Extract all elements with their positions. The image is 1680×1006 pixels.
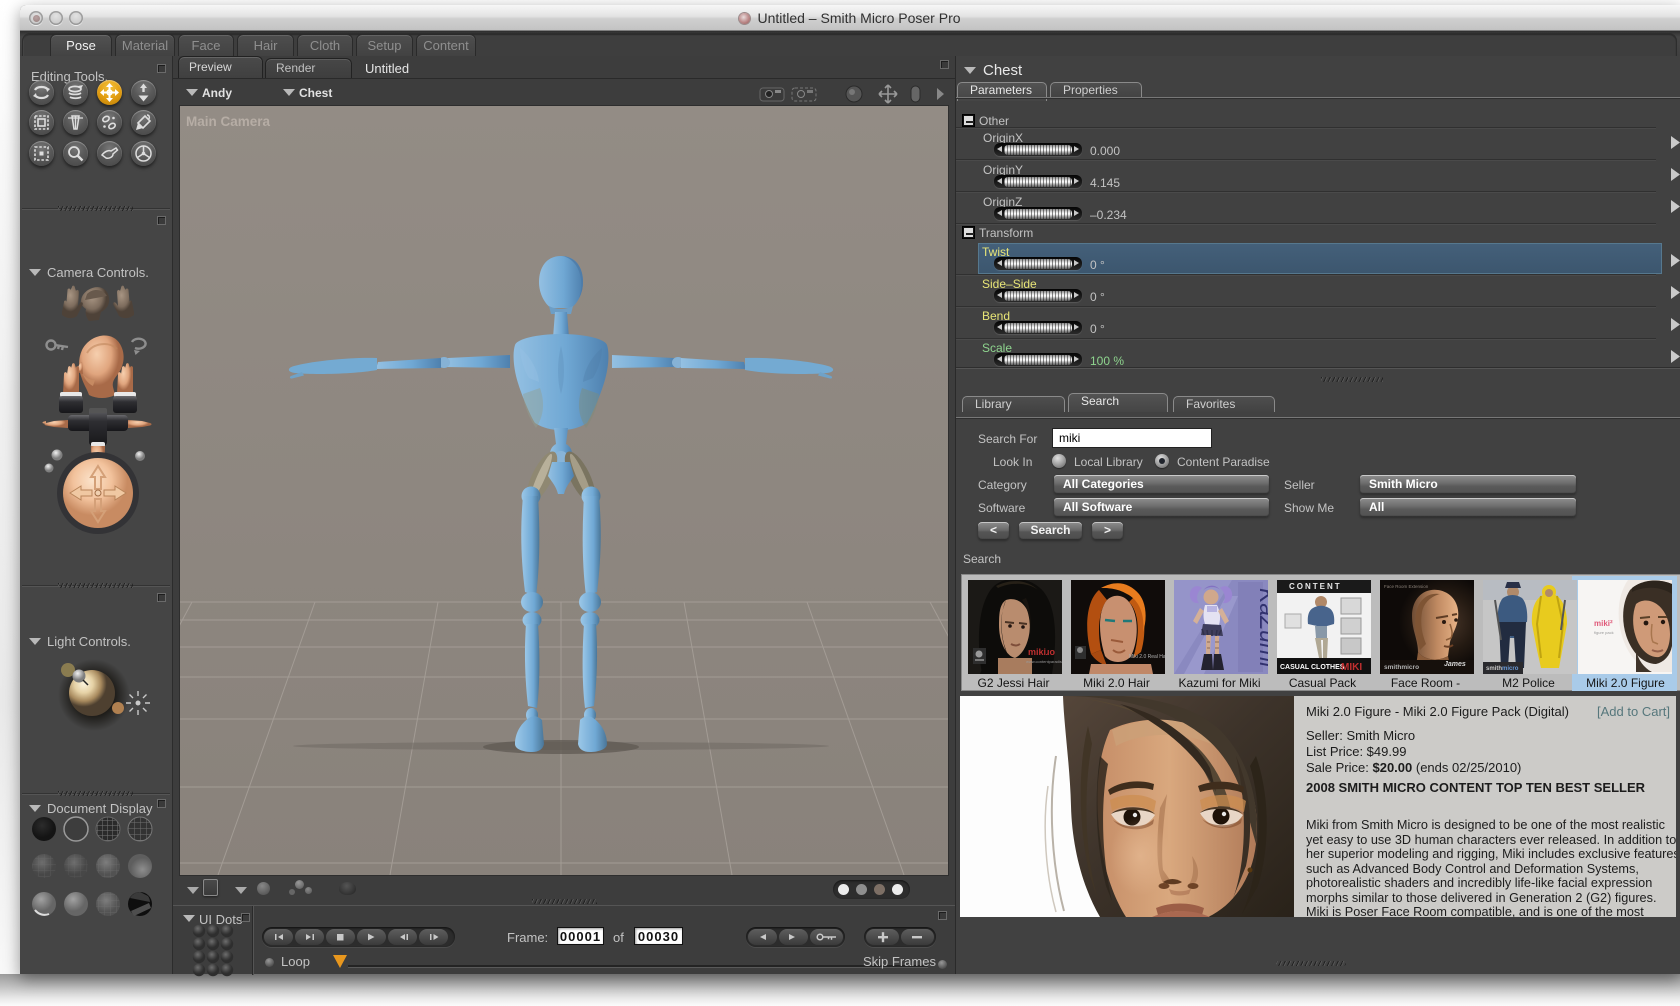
svg-text:miki²: miki² — [1594, 619, 1613, 628]
svg-text:Face Room Extension: Face Room Extension — [1384, 584, 1429, 589]
svg-text:MIKI: MIKI — [1341, 662, 1362, 673]
svg-text:CASUAL CLOTHES: CASUAL CLOTHES — [1280, 664, 1345, 671]
svg-text:KaZumi: KaZumi — [1255, 588, 1268, 668]
svg-text:Miki 2.0 Real Hair: Miki 2.0 Real Hair — [1129, 654, 1165, 660]
svg-text:CONTENT: CONTENT — [1289, 582, 1342, 591]
svg-text:mikiɹo: mikiɹo — [1028, 647, 1056, 657]
svg-text:figure pack: figure pack — [1594, 630, 1614, 635]
svg-text:James: James — [1444, 661, 1466, 668]
svg-text:smithmicro: smithmicro — [1486, 666, 1519, 672]
svg-text:www.contentparadise.com: www.contentparadise.com — [1026, 659, 1062, 664]
svg-text:smithmicro: smithmicro — [1384, 664, 1419, 671]
